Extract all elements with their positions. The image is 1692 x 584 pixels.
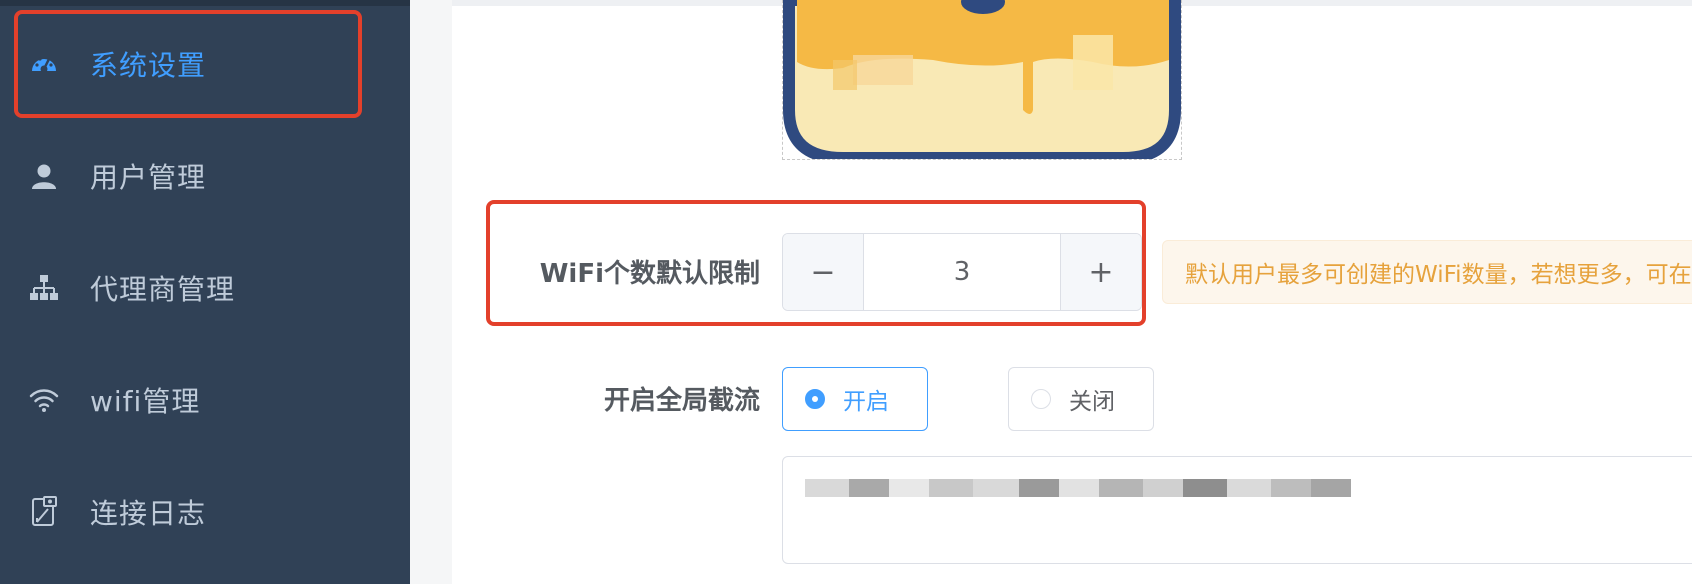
sidebar-item-label: wifi管理 <box>90 385 201 418</box>
wifi-limit-hint-text: 默认用户最多可创建的WiFi数量，若想更多，可在 <box>1185 262 1692 288</box>
org-tree-icon <box>28 272 60 304</box>
sidebar: 系统设置 用户管理 代理商管理 wifi管理 连接日志 <box>0 0 410 584</box>
highlight-box-sidebar <box>14 10 362 118</box>
highlight-box-wifi-limit <box>486 200 1146 326</box>
radio-dot-checked <box>805 389 825 409</box>
radio-enable-label: 开启 <box>843 389 889 415</box>
wifi-icon <box>28 384 60 416</box>
avatar-uploader[interactable] <box>782 0 1182 160</box>
radio-disable[interactable]: 关闭 <box>1008 367 1154 431</box>
content-gutter <box>410 0 452 584</box>
sidebar-item-user-management[interactable]: 用户管理 <box>0 120 410 232</box>
user-icon <box>28 160 60 192</box>
sidebar-item-label: 用户管理 <box>90 161 207 194</box>
radio-dot <box>1031 389 1051 409</box>
sidebar-item-label: 连接日志 <box>90 497 207 530</box>
sidebar-item-wifi-management[interactable]: wifi管理 <box>0 344 410 456</box>
sidebar-item-label: 代理商管理 <box>90 273 236 306</box>
radio-disable-label: 关闭 <box>1069 389 1115 415</box>
sidebar-item-connection-log[interactable]: 连接日志 <box>0 456 410 568</box>
radio-enable[interactable]: 开启 <box>782 367 928 431</box>
sidebar-top-strip <box>0 0 410 6</box>
sidebar-item-agent-management[interactable]: 代理商管理 <box>0 232 410 344</box>
avatar-image <box>783 0 1181 159</box>
wifi-limit-hint: 默认用户最多可创建的WiFi数量，若想更多，可在 <box>1162 240 1692 304</box>
log-icon <box>28 496 60 528</box>
obscured-text <box>805 479 1351 497</box>
intercept-textarea[interactable] <box>782 456 1692 564</box>
global-intercept-label: 开启全局截流 <box>603 386 760 416</box>
